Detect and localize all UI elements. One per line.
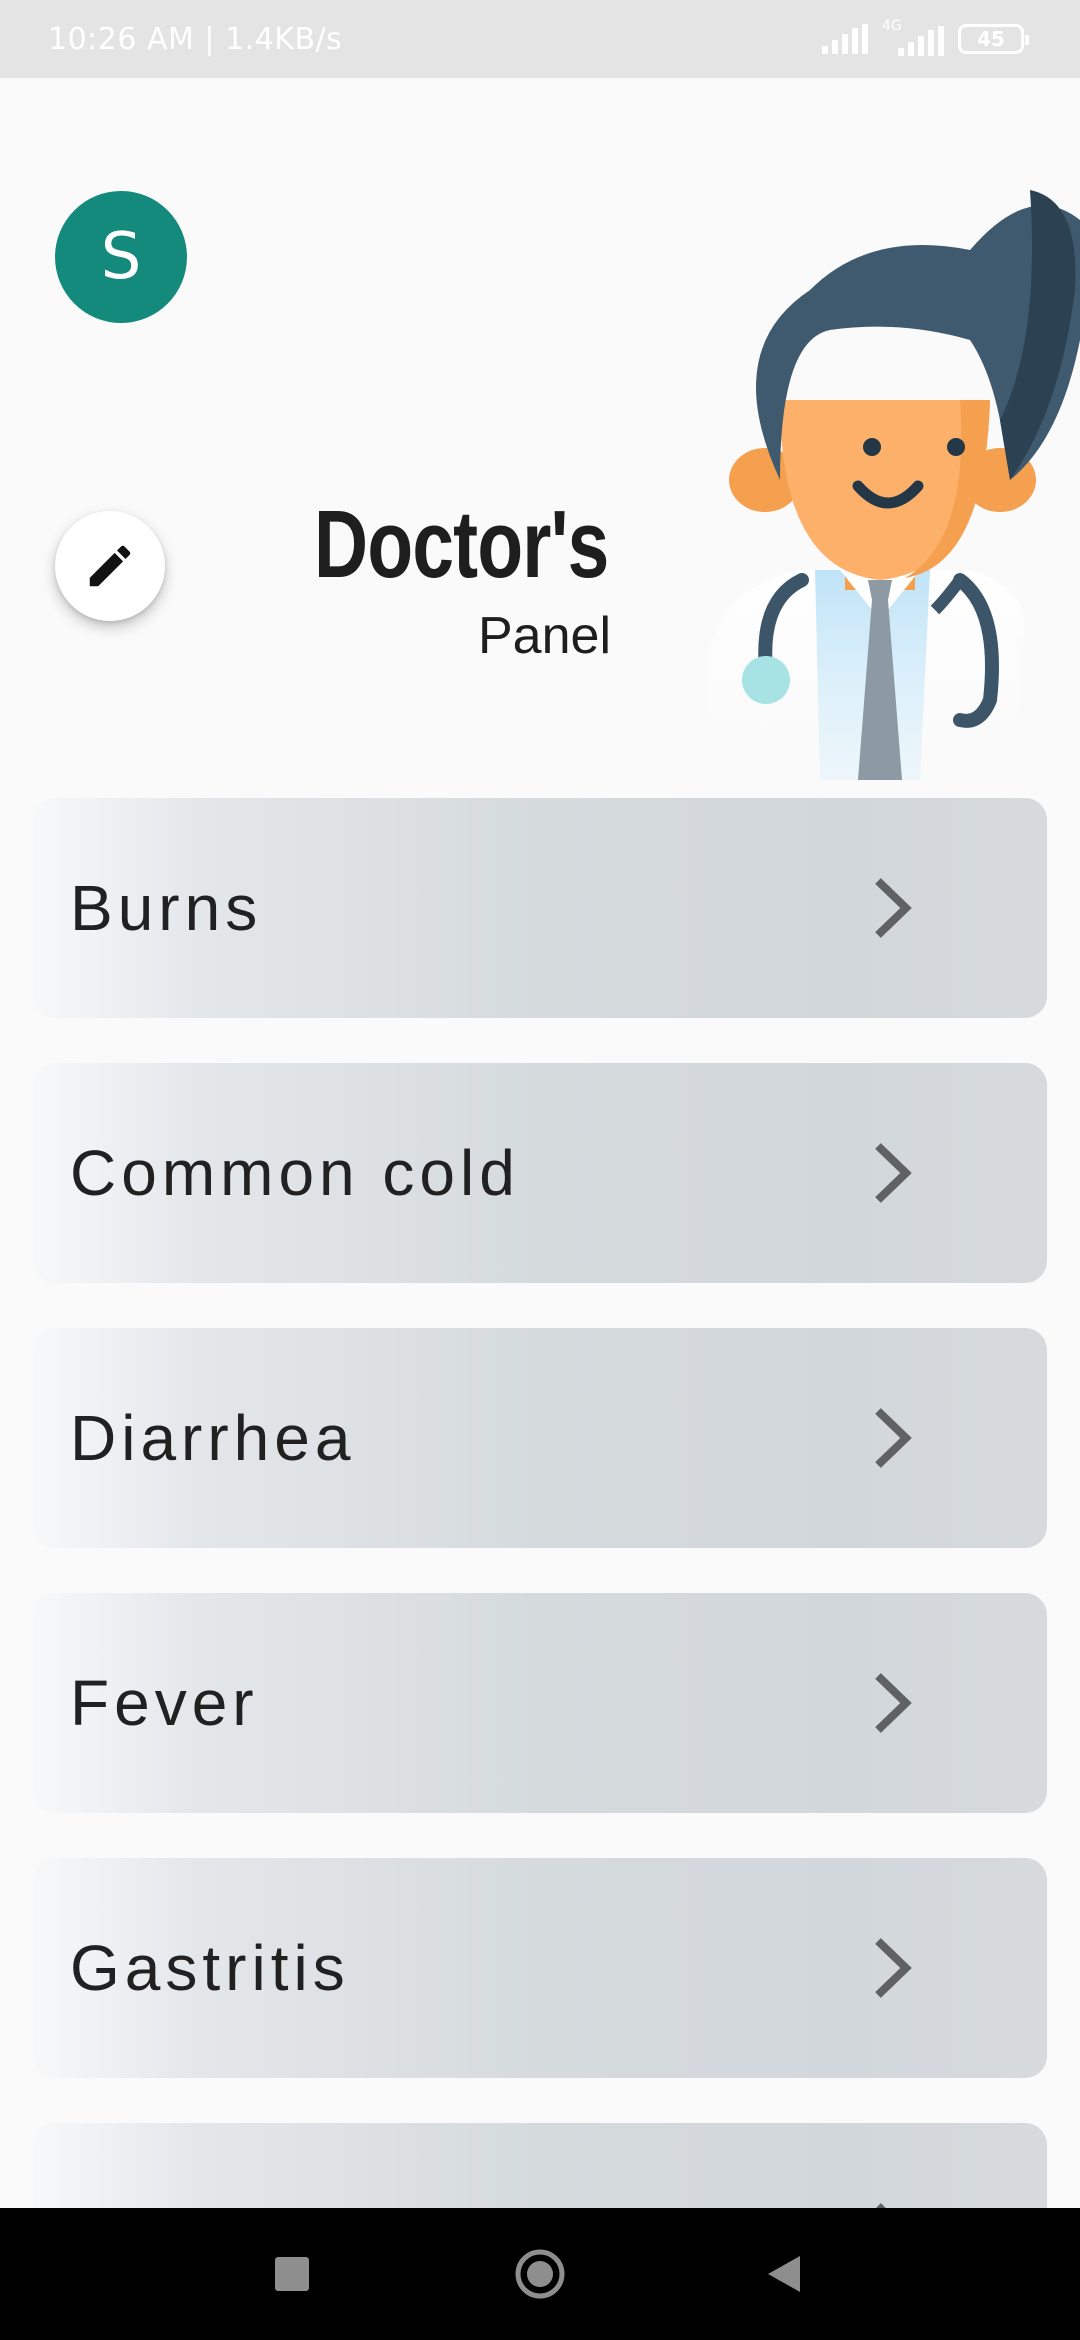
- back-triangle-icon: [768, 2256, 800, 2292]
- status-bar: 10:26 AM | 1.4KB/s 4G 45: [0, 0, 1080, 78]
- edit-button[interactable]: [55, 511, 165, 621]
- home-button[interactable]: [500, 2208, 580, 2340]
- list-item-diarrhea[interactable]: Diarrhea: [33, 1328, 1047, 1548]
- list-item-common-cold[interactable]: Common cold: [33, 1063, 1047, 1283]
- pencil-icon: [89, 545, 131, 587]
- recents-button[interactable]: [252, 2208, 332, 2340]
- list-item-fever[interactable]: Fever: [33, 1593, 1047, 1813]
- signal-icon: [822, 24, 868, 54]
- avatar-letter: S: [100, 220, 142, 294]
- network-signal: 4G: [882, 18, 944, 56]
- avatar[interactable]: S: [55, 191, 187, 323]
- list-item-burns[interactable]: Burns: [33, 798, 1047, 1018]
- list-item-label: Fever: [70, 1667, 259, 1739]
- status-icons: 4G 45: [822, 18, 1029, 56]
- battery-level: 45: [977, 27, 1005, 51]
- page-title: Doctor's: [314, 491, 610, 598]
- system-nav-bar: [0, 2208, 1080, 2340]
- page-subtitle: Panel: [478, 607, 611, 665]
- list-item-label: Burns: [70, 872, 263, 944]
- disease-list: Burns Common cold Diarrhea Fever Gastrit…: [33, 798, 1047, 2340]
- list-item-gastritis[interactable]: Gastritis: [33, 1858, 1047, 2078]
- square-icon: [275, 2257, 309, 2291]
- chevron-right-icon: [875, 1938, 912, 1998]
- chevron-right-icon: [875, 1408, 912, 1468]
- battery-icon: 45: [958, 24, 1029, 54]
- signal-icon-2: [898, 26, 944, 56]
- doctor-illustration: [710, 190, 1080, 780]
- back-button[interactable]: [744, 2208, 824, 2340]
- list-item-label: Diarrhea: [70, 1402, 356, 1474]
- status-time-speed: 10:26 AM | 1.4KB/s: [48, 21, 343, 57]
- chevron-right-icon: [875, 1673, 912, 1733]
- chevron-right-icon: [875, 878, 912, 938]
- list-item-label: Common cold: [70, 1137, 520, 1209]
- list-item-label: Gastritis: [70, 1932, 350, 2004]
- chevron-right-icon: [875, 1143, 912, 1203]
- circle-home-icon: [515, 2249, 565, 2299]
